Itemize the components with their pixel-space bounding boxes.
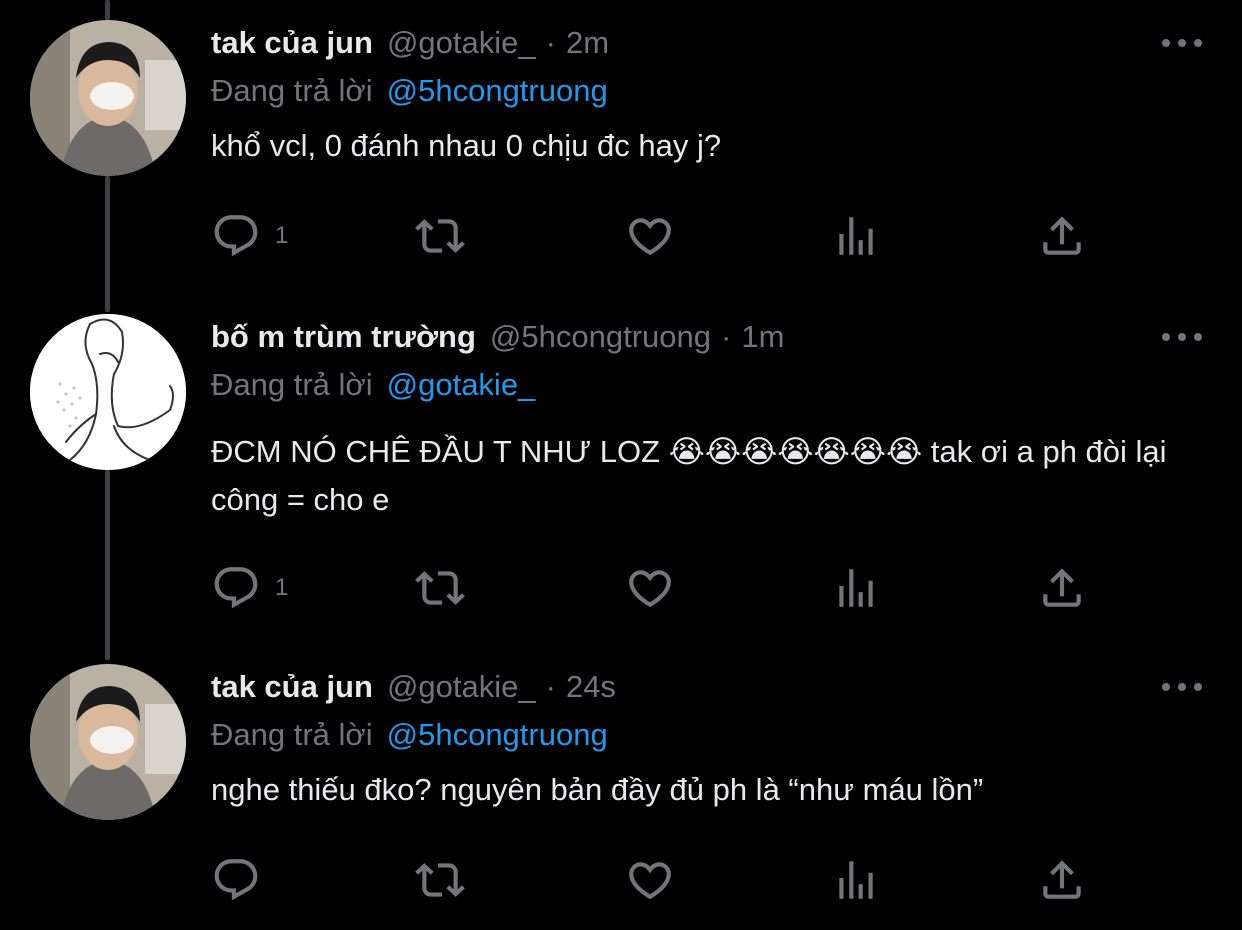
tweet-actions	[211, 850, 1091, 910]
tweet-actions: 1	[211, 558, 1091, 618]
mention-link[interactable]: @gotakie_	[387, 367, 536, 403]
like-button[interactable]	[625, 850, 675, 910]
more-icon[interactable]	[1162, 28, 1202, 58]
tweet-actions: 1	[211, 206, 1091, 266]
tweet-text: nghe thiếu đko? nguyên bản đầy đủ ph là …	[211, 772, 984, 807]
display-name[interactable]: tak của jun	[211, 25, 373, 61]
avatar[interactable]	[30, 664, 186, 820]
heart-icon	[629, 862, 671, 900]
timestamp[interactable]: 1m	[741, 319, 784, 355]
thread-line	[105, 0, 110, 20]
share-icon	[1043, 568, 1081, 607]
replying-to: Đang trả lời @gotakie_	[211, 362, 1202, 408]
like-button[interactable]	[625, 558, 675, 618]
tweet-text: ĐCM NÓ CHÊ ĐẦU T NHƯ LOZ 😭😭😭😭😭😭😭 tak ơi …	[211, 434, 1167, 517]
share-button[interactable]	[1037, 206, 1087, 266]
analytics-icon	[839, 861, 873, 899]
analytics-button[interactable]	[831, 558, 881, 618]
reply-count: 1	[275, 574, 289, 601]
replying-to: Đang trả lời @5hcongtruong	[211, 712, 1202, 758]
user-handle[interactable]: @gotakie_	[387, 669, 536, 705]
analytics-icon	[839, 217, 873, 255]
replying-to: Đang trả lời @5hcongtruong	[211, 68, 1202, 114]
tweet-header: bố m trùm trường @5hcongtruong · 1m	[211, 314, 1202, 360]
mention-link[interactable]: @5hcongtruong	[387, 73, 608, 109]
share-icon	[1043, 860, 1081, 899]
display-name[interactable]: bố m trùm trường	[211, 319, 476, 355]
avatar-photo	[30, 664, 186, 820]
user-handle[interactable]: @5hcongtruong	[490, 319, 711, 355]
user-handle[interactable]: @gotakie_	[387, 25, 536, 61]
avatar-photo	[30, 20, 186, 176]
share-button[interactable]	[1037, 850, 1087, 910]
reply-count: 1	[275, 222, 289, 249]
reply-button[interactable]: 1	[211, 206, 288, 266]
reply-icon	[214, 567, 258, 609]
analytics-button[interactable]	[831, 850, 881, 910]
heart-icon	[629, 570, 671, 608]
retweet-button[interactable]	[415, 850, 465, 910]
tweet[interactable]: tak của jun @gotakie_ · 24s Đang trả lời…	[0, 664, 1242, 930]
separator: ·	[545, 669, 556, 704]
avatar[interactable]	[30, 20, 186, 176]
retweet-button[interactable]	[415, 206, 465, 266]
share-icon	[1043, 216, 1081, 255]
share-button[interactable]	[1037, 558, 1087, 618]
analytics-icon	[839, 569, 873, 607]
tweet-header: tak của jun @gotakie_ · 2m	[211, 20, 1202, 66]
tweet-header: tak của jun @gotakie_ · 24s	[211, 664, 1202, 710]
avatar[interactable]	[30, 314, 186, 470]
timestamp[interactable]: 2m	[566, 25, 609, 61]
like-button[interactable]	[625, 206, 675, 266]
tweet-text: khổ vcl, 0 đánh nhau 0 chịu đc hay j?	[211, 128, 722, 163]
retweet-button[interactable]	[415, 558, 465, 618]
reply-icon	[214, 215, 258, 257]
more-icon[interactable]	[1162, 672, 1202, 702]
display-name[interactable]: tak của jun	[211, 669, 373, 705]
reply-button[interactable]	[211, 850, 275, 910]
avatar-sketch	[30, 314, 186, 470]
separator: ·	[721, 319, 732, 354]
retweet-icon	[415, 571, 465, 605]
timestamp[interactable]: 24s	[566, 669, 616, 705]
mention-link[interactable]: @5hcongtruong	[387, 717, 608, 753]
replying-label: Đang trả lời	[211, 717, 373, 752]
heart-icon	[629, 218, 671, 256]
tweet[interactable]: bố m trùm trường @5hcongtruong · 1m Đang…	[0, 314, 1242, 614]
tweet[interactable]: tak của jun @gotakie_ · 2m Đang trả lời …	[0, 20, 1242, 290]
more-icon[interactable]	[1162, 322, 1202, 352]
retweet-icon	[415, 863, 465, 897]
reply-icon	[214, 859, 258, 901]
separator: ·	[545, 25, 556, 60]
analytics-button[interactable]	[831, 206, 881, 266]
replying-label: Đang trả lời	[211, 73, 373, 108]
reply-button[interactable]: 1	[211, 558, 288, 618]
replying-label: Đang trả lời	[211, 367, 373, 402]
retweet-icon	[415, 219, 465, 253]
